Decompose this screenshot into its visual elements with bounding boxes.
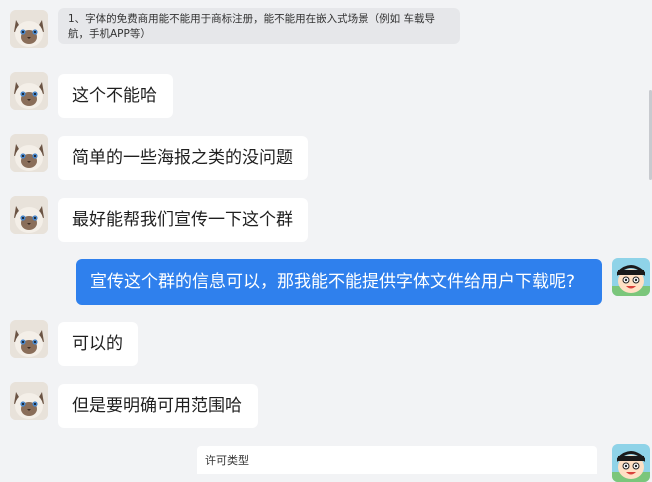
cat-face-icon: [10, 196, 48, 234]
cartoon-avatar[interactable]: [612, 258, 650, 296]
quoted-message-bubble[interactable]: 1、字体的免费商用能不能用于商标注册，能不能用在嵌入式场景（例如 车载导航，手机…: [58, 8, 460, 44]
message-bubble[interactable]: 可以的: [58, 322, 138, 366]
message-bubble[interactable]: 但是要明确可用范围哈: [58, 384, 258, 428]
my-message-bubble[interactable]: 宣传这个群的信息可以，那我能不能提供字体文件给用户下载呢?: [76, 259, 602, 305]
quoted-message-text: 1、字体的免费商用能不能用于商标注册，能不能用在嵌入式场景（例如 车载导航，手机…: [68, 13, 436, 40]
cat-face-icon: [10, 10, 48, 48]
cat-face-icon: [10, 72, 48, 110]
message-text: 但是要明确可用范围哈: [72, 396, 242, 416]
message-text: 可以的: [72, 334, 123, 354]
cat-avatar[interactable]: [10, 382, 48, 420]
message-text: 简单的一些海报之类的没问题: [72, 148, 293, 168]
cat-face-icon: [10, 134, 48, 172]
message-text: 这个不能哈: [72, 86, 157, 106]
message-bubble[interactable]: 简单的一些海报之类的没问题: [58, 136, 308, 180]
cat-avatar[interactable]: [10, 320, 48, 358]
card-title: 许可类型: [205, 454, 249, 467]
cat-avatar[interactable]: [10, 10, 48, 48]
message-text: 宣传这个群的信息可以，那我能不能提供字体文件给用户下载呢?: [90, 272, 576, 292]
message-bubble[interactable]: 最好能帮我们宣传一下这个群: [58, 198, 308, 242]
cartoon-avatar[interactable]: [612, 444, 650, 482]
message-bubble[interactable]: 这个不能哈: [58, 74, 173, 118]
message-text: 最好能帮我们宣传一下这个群: [72, 210, 293, 230]
cat-avatar[interactable]: [10, 72, 48, 110]
my-message-card[interactable]: 许可类型: [197, 446, 597, 474]
cat-face-icon: [10, 382, 48, 420]
cat-avatar[interactable]: [10, 196, 48, 234]
cartoon-face-icon: [612, 258, 650, 296]
cat-avatar[interactable]: [10, 134, 48, 172]
cartoon-face-icon: [612, 444, 650, 482]
cat-face-icon: [10, 320, 48, 358]
